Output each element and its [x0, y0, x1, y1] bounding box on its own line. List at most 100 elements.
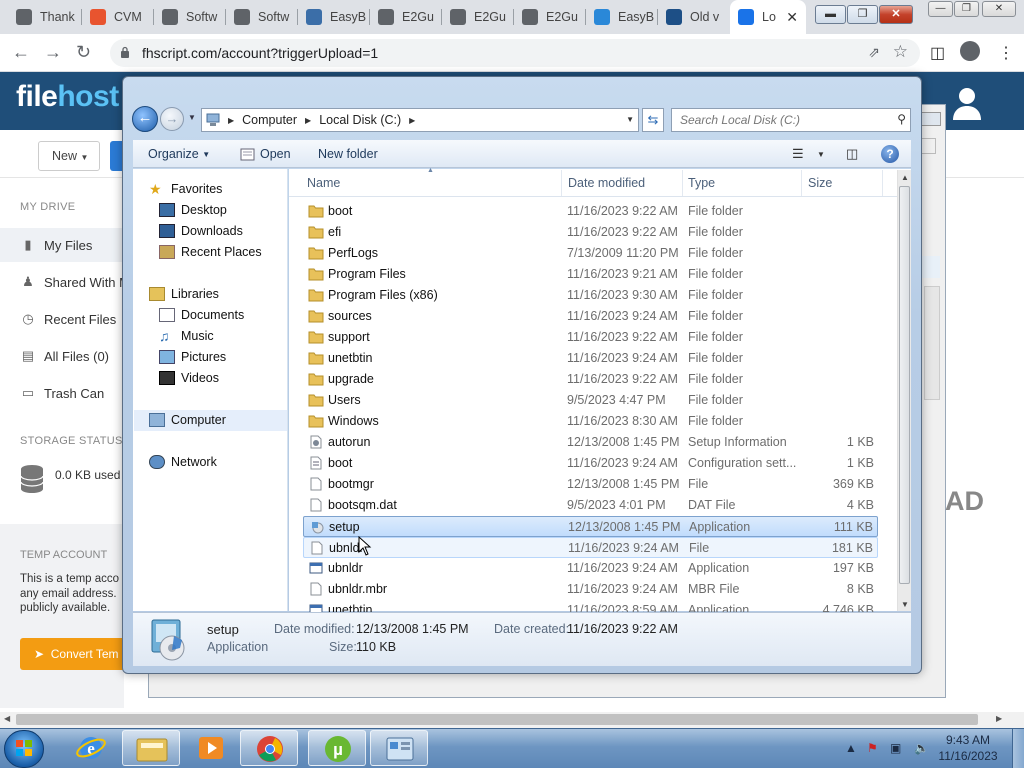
breadcrumb-computer[interactable]: Computer	[242, 113, 297, 127]
file-row[interactable]: sources 11/16/2023 9:24 AM File folder	[303, 306, 878, 327]
scroll-up-arrow-icon[interactable]: ▲	[901, 173, 909, 182]
taskbar-setup-window[interactable]	[370, 730, 428, 766]
taskbar-internet-explorer[interactable]: e	[62, 730, 120, 766]
file-row[interactable]: ubnldr.mbr 11/16/2023 9:24 AM MBR File 8 KB	[303, 579, 878, 600]
side-panel-icon[interactable]: ◫	[930, 43, 945, 63]
nav-recent-places[interactable]: Recent Places	[159, 245, 262, 259]
taskbar-clock[interactable]: 9:43 AM 11/16/2023	[928, 732, 1008, 764]
file-row[interactable]: PerfLogs 7/13/2009 11:20 PM File folder	[303, 243, 878, 264]
file-row[interactable]: setup 12/13/2008 1:45 PM Application 111 KB	[303, 516, 878, 537]
file-row[interactable]: ubnldr 11/16/2023 9:24 AM Application 197 K…	[303, 558, 878, 579]
chrome-menu-icon[interactable]: ⋮	[998, 43, 1014, 63]
dialog-close-button[interactable]: ✕	[879, 5, 913, 24]
taskbar-explorer[interactable]	[122, 730, 180, 766]
dialog-maximize-button[interactable]: ❐	[847, 5, 878, 24]
file-row[interactable]: autorun 12/13/2008 1:45 PM Setup Informati…	[303, 432, 878, 453]
browser-tab[interactable]: Softw	[226, 0, 298, 34]
file-row[interactable]: Windows 11/16/2023 8:30 AM File folder	[303, 411, 878, 432]
browser-tab[interactable]: E2Gu	[514, 0, 586, 34]
column-date-modified[interactable]: Date modified	[568, 176, 645, 190]
taskbar-utorrent[interactable]: µ	[308, 730, 366, 766]
column-type[interactable]: Type	[688, 176, 715, 190]
reload-icon[interactable]: ↻	[76, 42, 91, 63]
nav-network[interactable]: Network	[149, 455, 217, 469]
show-desktop-button[interactable]	[1012, 729, 1024, 768]
menu-item-my-files[interactable]: ▮ My Files	[20, 237, 92, 253]
profile-avatar-icon[interactable]	[960, 41, 980, 61]
file-row[interactable]: Program Files 11/16/2023 9:21 AM File fold…	[303, 264, 878, 285]
organize-button[interactable]: Organize ▼	[148, 147, 210, 161]
dialog-back-button[interactable]: ←	[132, 106, 158, 132]
close-window-button[interactable]: ✕	[982, 1, 1016, 17]
dialog-minimize-button[interactable]: ▬	[815, 5, 846, 24]
menu-item-recent[interactable]: ◷ Recent Files	[20, 311, 116, 327]
tray-action-icon[interactable]: ▣	[890, 741, 901, 755]
user-avatar-icon[interactable]	[951, 86, 983, 120]
forward-arrow-icon[interactable]: →	[44, 42, 62, 63]
browser-tab[interactable]: Lo ✕	[730, 0, 806, 34]
start-button[interactable]	[4, 730, 44, 768]
column-name[interactable]: Name	[307, 176, 340, 190]
file-row[interactable]: unetbtin 11/16/2023 9:24 AM File folder	[303, 348, 878, 369]
new-folder-button[interactable]: New folder	[318, 147, 378, 161]
browser-tab[interactable]: Thank	[8, 0, 80, 34]
file-row[interactable]: ubnldr 11/16/2023 9:24 AM File 181 KB	[303, 537, 878, 558]
convert-temp-button[interactable]: ➤ Convert Tem	[20, 638, 124, 670]
nav-pictures[interactable]: Pictures	[159, 350, 226, 364]
scrollbar-thumb[interactable]	[899, 186, 910, 584]
maximize-button[interactable]: ❐	[954, 1, 979, 17]
show-hidden-icons-chevron[interactable]: ▲	[845, 741, 857, 755]
back-arrow-icon[interactable]: ←	[12, 42, 30, 63]
browser-tab[interactable]: EasyB	[586, 0, 658, 34]
nav-desktop[interactable]: Desktop	[159, 203, 227, 217]
scroll-right-arrow-icon[interactable]: ▶	[996, 714, 1002, 723]
help-icon[interactable]: ?	[881, 145, 899, 163]
nav-computer[interactable]: Computer	[149, 413, 226, 427]
scroll-left-arrow-icon[interactable]: ◀	[4, 714, 10, 723]
scroll-down-arrow-icon[interactable]: ▼	[901, 600, 909, 609]
bookmark-star-icon[interactable]: ☆	[893, 42, 908, 62]
file-row[interactable]: efi 11/16/2023 9:22 AM File folder	[303, 222, 878, 243]
browser-tab[interactable]: Old v	[658, 0, 730, 34]
file-row[interactable]: support 11/16/2023 9:22 AM File folder	[303, 327, 878, 348]
nav-videos[interactable]: Videos	[159, 371, 219, 385]
file-row[interactable]: boot 11/16/2023 9:24 AM Configuration sett…	[303, 453, 878, 474]
nav-libraries[interactable]: Libraries	[149, 287, 219, 301]
menu-item-shared[interactable]: ♟ Shared With M	[20, 274, 130, 290]
close-tab-icon[interactable]: ✕	[786, 9, 798, 26]
tray-flag-icon[interactable]: ⚑	[867, 741, 878, 755]
browser-tab[interactable]: EasyB	[298, 0, 370, 34]
menu-item-trash[interactable]: ▭ Trash Can	[20, 385, 104, 401]
column-size[interactable]: Size	[808, 176, 832, 190]
open-button[interactable]: Open	[240, 147, 291, 161]
nav-favorites[interactable]: ★ Favorites	[149, 182, 222, 196]
refresh-icon[interactable]: ⇆	[642, 108, 664, 132]
browser-tab[interactable]: Softw	[154, 0, 226, 34]
file-row[interactable]: bootsqm.dat 9/5/2023 4:01 PM DAT File 4 KB	[303, 495, 878, 516]
dialog-address-bar[interactable]: ▶ Computer ▶ Local Disk (C:) ▶ ▼	[201, 108, 639, 132]
file-row[interactable]: bootmgr 12/13/2008 1:45 PM File 369 KB	[303, 474, 878, 495]
tray-volume-icon[interactable]: 🔈	[914, 741, 929, 755]
menu-item-all-files[interactable]: ▤ All Files (0)	[20, 348, 109, 364]
dialog-forward-button[interactable]: →	[160, 107, 184, 131]
file-row[interactable]: upgrade 11/16/2023 9:22 AM File folder	[303, 369, 878, 390]
taskbar-media-player[interactable]	[182, 730, 240, 766]
share-icon[interactable]: ⇗	[868, 44, 880, 61]
view-options-chevron-icon[interactable]: ▼	[817, 150, 825, 159]
browser-tab[interactable]: E2Gu	[370, 0, 442, 34]
minimize-button[interactable]: —	[928, 1, 953, 17]
file-row[interactable]: Program Files (x86) 11/16/2023 9:30 AM Fil…	[303, 285, 878, 306]
nav-downloads[interactable]: Downloads	[159, 224, 243, 238]
preview-pane-icon[interactable]: ◫	[846, 146, 858, 162]
file-row[interactable]: Users 9/5/2023 4:47 PM File folder	[303, 390, 878, 411]
taskbar-chrome[interactable]	[240, 730, 298, 766]
address-dropdown-icon[interactable]: ▼	[626, 115, 634, 124]
browser-tab[interactable]: E2Gu	[442, 0, 514, 34]
file-row[interactable]: boot 11/16/2023 9:22 AM File folder	[303, 201, 878, 222]
breadcrumb-local-disk[interactable]: Local Disk (C:)	[319, 113, 401, 127]
filehost-logo[interactable]: filehost	[16, 80, 119, 114]
omnibox[interactable]: fhscript.com/account?triggerUpload=1 ⇗ ☆	[110, 39, 920, 67]
page-scroll-thumb[interactable]	[16, 714, 978, 725]
change-view-icon[interactable]: ☰	[792, 146, 804, 162]
nav-music[interactable]: ♫ Music	[159, 329, 214, 343]
